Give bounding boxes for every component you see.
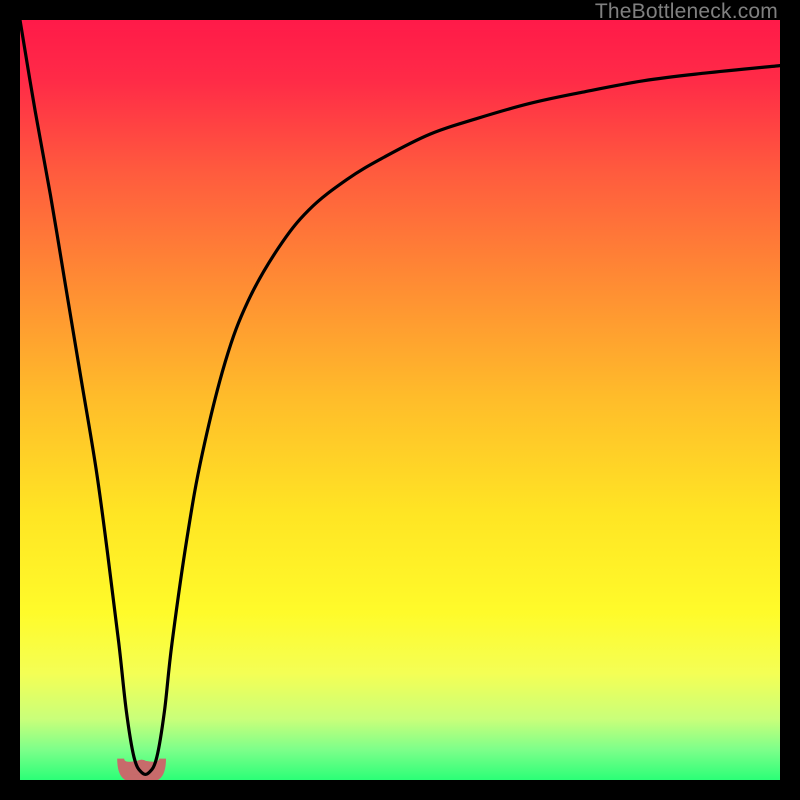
watermark-text: TheBottleneck.com — [595, 0, 778, 24]
chart-background — [20, 20, 780, 780]
bottleneck-chart — [20, 20, 780, 780]
chart-frame — [20, 20, 780, 780]
